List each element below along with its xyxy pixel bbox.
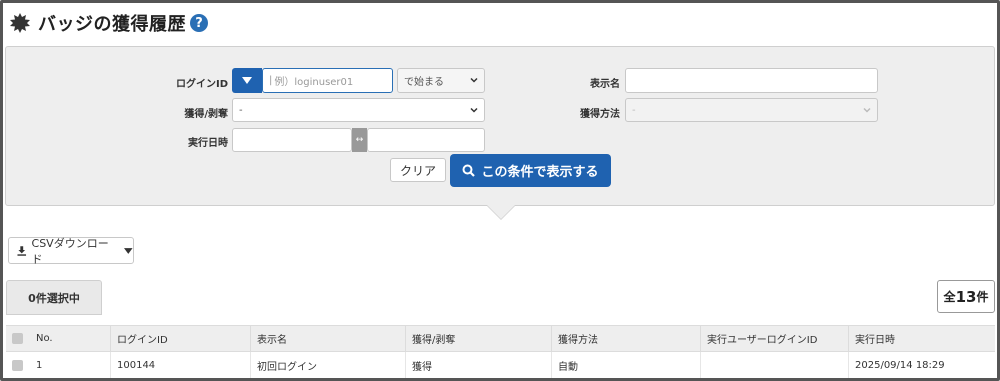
login-id-placeholder: 例）loginuser01 (274, 77, 354, 88)
col-no[interactable]: No. (30, 326, 110, 351)
page-header: バッジの獲得履歴 ? (10, 10, 208, 36)
total-prefix: 全 (943, 290, 956, 304)
csv-download-button[interactable]: CSVダウンロード (8, 236, 134, 266)
earn-method-label: 獲得方法 (580, 109, 620, 120)
cell-exec-user (700, 352, 848, 378)
display-name-label: 表示名 (590, 79, 620, 90)
row-checkbox[interactable] (12, 359, 23, 371)
search-icon (462, 164, 476, 177)
chevron-down-icon (863, 107, 871, 113)
earn-method-value: - (632, 104, 636, 116)
match-mode-value: で始まる (404, 77, 444, 88)
swap-icon[interactable]: ↔ (352, 128, 367, 152)
total-count: 13 (955, 287, 977, 306)
col-exec-datetime[interactable]: 実行日時 (848, 326, 995, 351)
match-mode-select[interactable]: で始まる (397, 68, 485, 93)
col-exec-user[interactable]: 実行ユーザーログインID (700, 326, 848, 351)
cell-earn-method: 自動 (551, 352, 700, 378)
cell-earn-revoke: 獲得 (405, 352, 551, 378)
search-button[interactable]: この条件で表示する (450, 154, 611, 187)
display-name-input[interactable] (625, 68, 878, 93)
earn-revoke-label: 獲得/剥奪 (184, 109, 228, 120)
col-login-id[interactable]: ログインID (110, 326, 250, 351)
table-header: No. ログインID 表示名 獲得/剥奪 獲得方法 実行ユーザーログインID 実… (6, 325, 995, 352)
col-display-name[interactable]: 表示名 (250, 326, 405, 351)
clear-button[interactable]: クリア (390, 158, 446, 182)
search-button-label: この条件で表示する (481, 165, 599, 180)
earn-method-select[interactable]: - (625, 98, 878, 122)
login-id-mode-dropdown[interactable] (232, 68, 262, 93)
cell-login-id: 100144 (110, 352, 250, 378)
chevron-down-icon (470, 77, 478, 83)
panel-pointer-fill (487, 205, 515, 219)
col-earn-revoke[interactable]: 獲得/剥奪 (405, 326, 551, 351)
csv-download-label: CSVダウンロード (31, 236, 109, 266)
download-icon (17, 245, 27, 256)
selected-count-tab: 0件選択中 (6, 280, 102, 315)
help-icon[interactable]: ? (190, 14, 208, 32)
table-row[interactable]: 1 100144 初回ログイン 獲得 自動 2025/09/14 18:29 (6, 352, 995, 378)
row-checkbox-cell[interactable] (6, 352, 30, 378)
badge-icon (10, 13, 30, 33)
total-suffix: 件 (976, 290, 989, 304)
login-id-label: ログインID (175, 79, 228, 90)
total-count-badge: 全 13 件 (937, 280, 995, 313)
page-title: バッジの獲得履歴 (38, 14, 186, 35)
caret-down-icon (242, 77, 252, 84)
cell-display-name: 初回ログイン (250, 352, 405, 378)
earn-revoke-value: - (239, 104, 243, 116)
select-all-checkbox[interactable] (12, 333, 23, 344)
exec-datetime-to-input[interactable] (367, 128, 485, 152)
cell-no: 1 (36, 359, 43, 371)
cell-exec-datetime: 2025/09/14 18:29 (848, 352, 995, 378)
caret-down-icon (124, 247, 133, 254)
select-all-checkbox-cell[interactable] (6, 326, 30, 351)
exec-datetime-label: 実行日時 (188, 138, 228, 149)
chevron-down-icon (470, 107, 478, 113)
col-earn-method[interactable]: 獲得方法 (551, 326, 700, 351)
exec-datetime-from-input[interactable] (232, 128, 352, 152)
earn-revoke-select[interactable]: - (232, 98, 485, 122)
login-id-input[interactable]: | 例）loginuser01 (262, 68, 393, 93)
